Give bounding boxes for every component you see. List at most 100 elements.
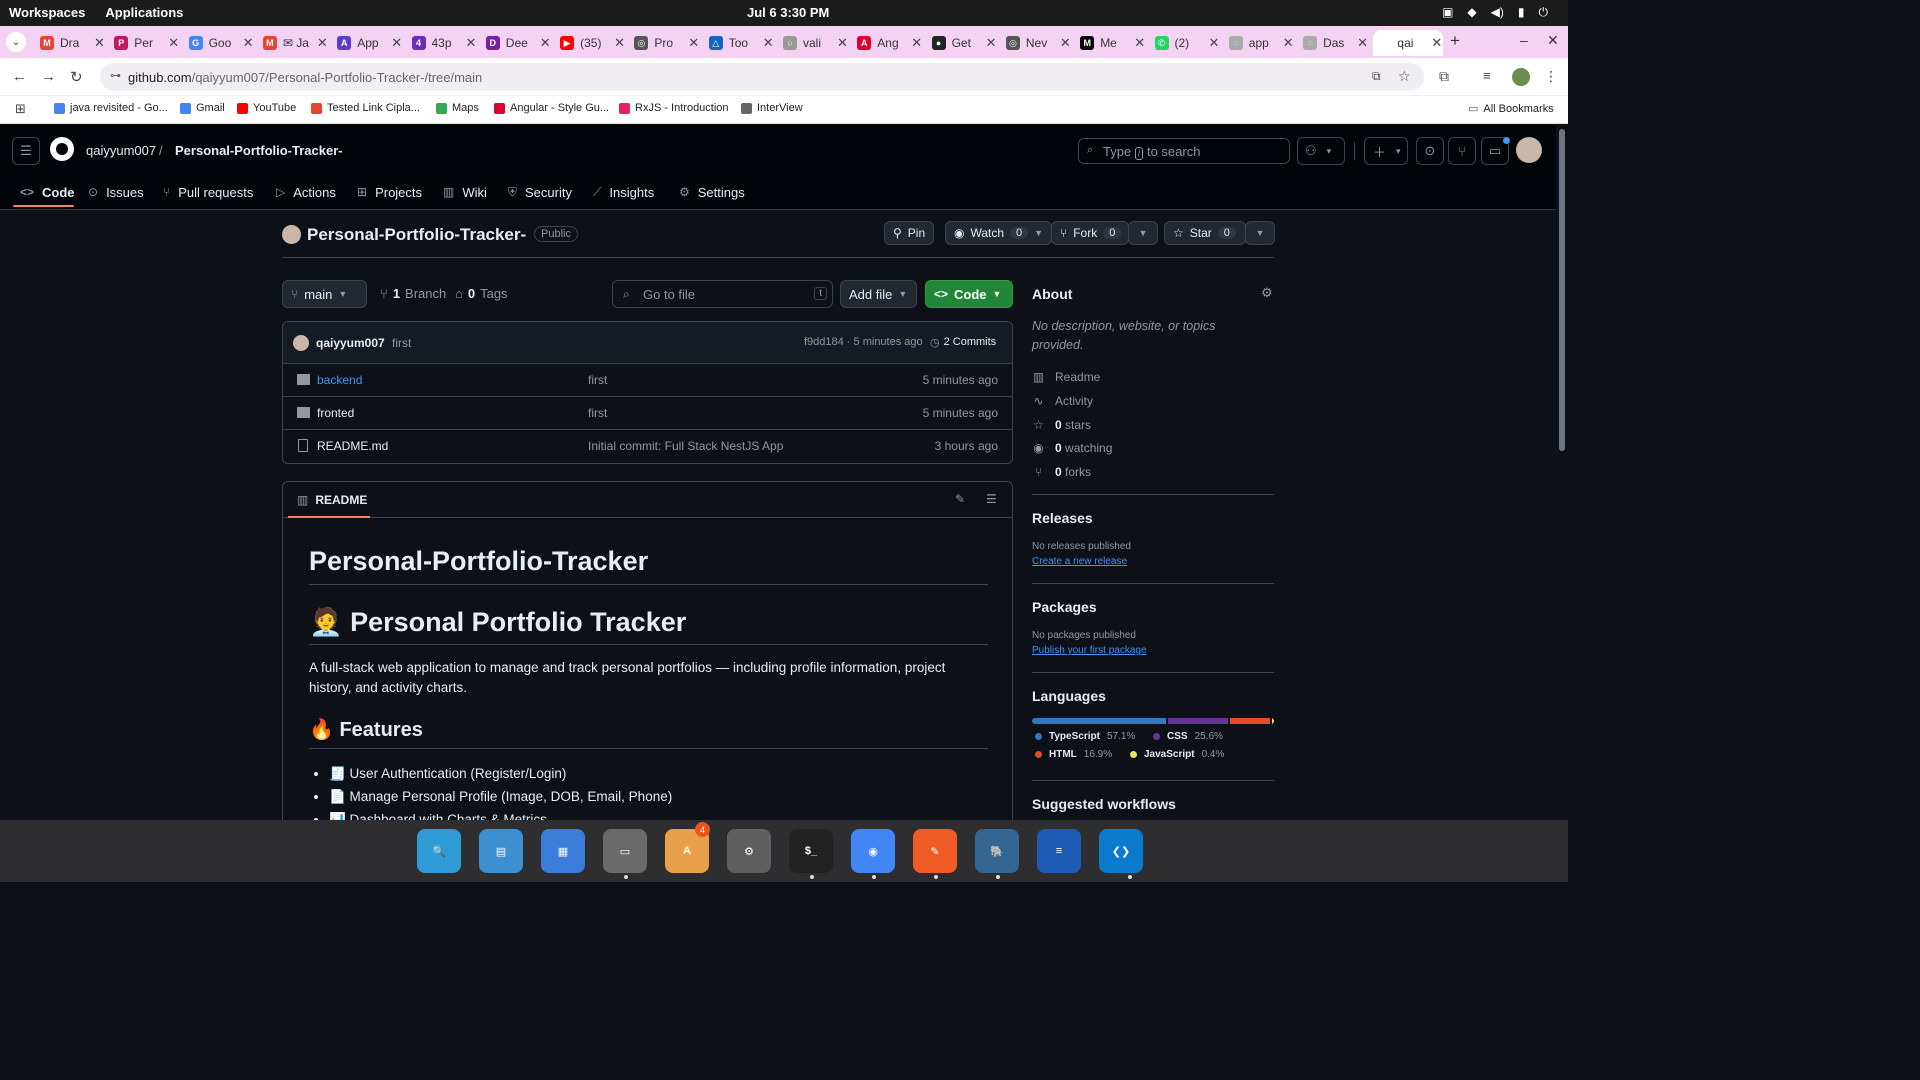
close-tab-icon[interactable]: ✕ bbox=[1283, 35, 1294, 51]
bookmark-star-icon[interactable]: ☆ bbox=[1398, 68, 1411, 85]
browser-tab[interactable]: ○ vali ✕ bbox=[779, 30, 849, 56]
browser-tab[interactable]: ◌ app ✕ bbox=[1225, 30, 1295, 56]
file-commit-message[interactable]: first bbox=[588, 406, 607, 420]
close-window-icon[interactable]: ✕ bbox=[1547, 32, 1559, 49]
browser-tab[interactable]: ✆ (2) ✕ bbox=[1151, 30, 1221, 56]
readme-tab[interactable]: ▥ README bbox=[297, 493, 367, 507]
close-tab-icon[interactable]: ✕ bbox=[763, 35, 774, 51]
browser-tab[interactable]: ◎ Nev ✕ bbox=[1002, 30, 1072, 56]
chrome-icon[interactable]: ◉ bbox=[851, 829, 895, 873]
add-file-button[interactable]: Add file ▼ bbox=[840, 280, 917, 308]
fork-dropdown-button[interactable]: ▼ bbox=[1128, 221, 1158, 245]
edit-icon[interactable]: ✎ bbox=[955, 492, 965, 506]
tab-security[interactable]: ⛨ Security bbox=[508, 181, 572, 203]
battery-icon[interactable]: ▮ bbox=[1518, 5, 1525, 20]
close-tab-icon[interactable]: ✕ bbox=[94, 35, 105, 51]
bookmark-item[interactable]: Maps bbox=[436, 102, 479, 114]
extensions-icon[interactable]: ⧉ bbox=[1439, 68, 1449, 85]
settings-icon[interactable]: ⚙ bbox=[727, 829, 771, 873]
repo-owner-avatar[interactable] bbox=[282, 225, 301, 244]
language-item[interactable]: HTML 16.9% bbox=[1035, 749, 1112, 760]
close-tab-icon[interactable]: ✕ bbox=[986, 35, 997, 51]
terminal-icon[interactable]: $_ bbox=[789, 829, 833, 873]
page-scrollbar[interactable] bbox=[1556, 125, 1568, 820]
go-to-file-input[interactable]: ⌕ Go to file t bbox=[612, 280, 833, 308]
close-tab-icon[interactable]: ✕ bbox=[1209, 35, 1220, 51]
applications-menu[interactable]: Applications bbox=[105, 5, 183, 20]
browser-tab[interactable]: M ✉ Ja ✕ bbox=[259, 30, 329, 56]
browser-tab[interactable]: 4 43p ✕ bbox=[408, 30, 478, 56]
profile-avatar[interactable] bbox=[1512, 68, 1530, 86]
browser-tab[interactable]: qai ✕ bbox=[1373, 30, 1444, 56]
browser-tab[interactable]: P Per ✕ bbox=[110, 30, 180, 56]
browser-tab[interactable]: ◌ Das ✕ bbox=[1299, 30, 1369, 56]
browser-tab[interactable]: ◎ Pro ✕ bbox=[630, 30, 700, 56]
tab-search-icon[interactable]: ⌄ bbox=[6, 32, 26, 52]
close-tab-icon[interactable]: ✕ bbox=[1357, 35, 1368, 51]
create-new-icon[interactable]: ＋ ▾ bbox=[1364, 137, 1408, 165]
readme-link[interactable]: ▥ Readme bbox=[1032, 370, 1101, 384]
github-logo-icon[interactable] bbox=[50, 137, 74, 161]
power-icon[interactable]: ⏻ bbox=[1539, 5, 1549, 20]
commits-link[interactable]: ◷ 2 Commits bbox=[930, 336, 996, 349]
app-grid-icon[interactable]: ▦ bbox=[541, 829, 585, 873]
language-item[interactable]: TypeScript 57.1% bbox=[1035, 731, 1135, 742]
text-editor-icon[interactable]: ≡ bbox=[1037, 829, 1081, 873]
close-tab-icon[interactable]: ✕ bbox=[391, 35, 402, 51]
bookmark-item[interactable]: Gmail bbox=[180, 102, 225, 114]
repo-title[interactable]: Personal-Portfolio-Tracker- bbox=[307, 225, 526, 245]
tab-wiki[interactable]: ▥ Wiki bbox=[443, 181, 487, 203]
files-window-icon[interactable]: ▤ bbox=[479, 829, 523, 873]
browser-tab[interactable]: A Ang ✕ bbox=[853, 30, 923, 56]
table-row[interactable]: fronted first 5 minutes ago bbox=[283, 397, 1012, 430]
volume-icon[interactable]: ◀) bbox=[1491, 5, 1504, 20]
search-input[interactable]: ⌕ Type / to search bbox=[1078, 138, 1290, 164]
close-tab-icon[interactable]: ✕ bbox=[911, 35, 922, 51]
close-tab-icon[interactable]: ✕ bbox=[168, 35, 179, 51]
tab-projects[interactable]: ⊞ Projects bbox=[357, 181, 422, 203]
repo-link[interactable]: Personal-Portfolio-Tracker- bbox=[175, 143, 343, 158]
branches-link[interactable]: ⑂ 1 Branch bbox=[380, 286, 446, 301]
user-avatar[interactable] bbox=[1516, 137, 1542, 163]
file-commit-message[interactable]: first bbox=[588, 373, 607, 387]
owner-link[interactable]: qaiyyum007 bbox=[86, 143, 156, 158]
language-item[interactable]: CSS 25.6% bbox=[1153, 731, 1223, 742]
search-app-icon[interactable]: 🔍 bbox=[417, 829, 461, 873]
file-manager-icon[interactable]: ▭ bbox=[603, 829, 647, 873]
browser-tab[interactable]: D Dee ✕ bbox=[482, 30, 552, 56]
branch-selector[interactable]: ⑂ main ▼ bbox=[282, 280, 367, 308]
close-tab-icon[interactable]: ✕ bbox=[243, 35, 254, 51]
table-row[interactable]: README.md Initial commit: Full Stack Nes… bbox=[283, 430, 1012, 463]
tab-pull-requests[interactable]: ⑂ Pull requests bbox=[163, 181, 253, 203]
all-bookmarks[interactable]: ▭ All Bookmarks bbox=[1468, 102, 1554, 116]
bookmark-item[interactable]: InterView bbox=[741, 102, 803, 114]
reload-icon[interactable]: ↻ bbox=[70, 68, 83, 86]
new-tab-icon[interactable]: + bbox=[1450, 31, 1460, 51]
browser-tab[interactable]: G Goo ✕ bbox=[185, 30, 255, 56]
media-icon[interactable]: ≡ bbox=[1483, 68, 1491, 83]
postgres-icon[interactable]: 🐘 bbox=[975, 829, 1019, 873]
stars-link[interactable]: ☆ 0 stars bbox=[1032, 418, 1091, 432]
close-tab-icon[interactable]: ✕ bbox=[540, 35, 551, 51]
star-dropdown-button[interactable]: ▼ bbox=[1245, 221, 1275, 245]
browser-tab[interactable]: M Dra ✕ bbox=[36, 30, 106, 56]
table-row[interactable]: backend first 5 minutes ago bbox=[283, 364, 1012, 397]
close-tab-icon[interactable]: ✕ bbox=[1431, 35, 1442, 51]
publish-package-link[interactable]: Publish your first package bbox=[1032, 645, 1147, 656]
tab-code[interactable]: <> Code bbox=[20, 181, 75, 203]
bookmark-item[interactable]: java revisited - Go... bbox=[54, 102, 168, 114]
copilot-icon[interactable]: ⚇ ▾ bbox=[1297, 137, 1345, 165]
bookmark-item[interactable]: Tested Link Cipla... bbox=[311, 102, 420, 114]
commit-hash-time[interactable]: f9dd184 · 5 minutes ago bbox=[804, 336, 923, 348]
watch-button[interactable]: ◉ Watch 0 ▼ bbox=[945, 221, 1053, 245]
commit-message[interactable]: first bbox=[392, 336, 411, 350]
clock[interactable]: Jul 6 3:30 PM bbox=[747, 5, 829, 20]
bookmark-item[interactable]: YouTube bbox=[237, 102, 296, 114]
apps-grid-icon[interactable]: ⊞ bbox=[15, 101, 26, 117]
browser-menu-icon[interactable]: ⋮ bbox=[1544, 68, 1558, 85]
language-item[interactable]: JavaScript 0.4% bbox=[1130, 749, 1224, 760]
tab-actions[interactable]: ▷ Actions bbox=[276, 181, 336, 203]
close-tab-icon[interactable]: ✕ bbox=[1060, 35, 1071, 51]
bookmark-item[interactable]: RxJS - Introduction bbox=[619, 102, 729, 114]
close-tab-icon[interactable]: ✕ bbox=[1134, 35, 1145, 51]
